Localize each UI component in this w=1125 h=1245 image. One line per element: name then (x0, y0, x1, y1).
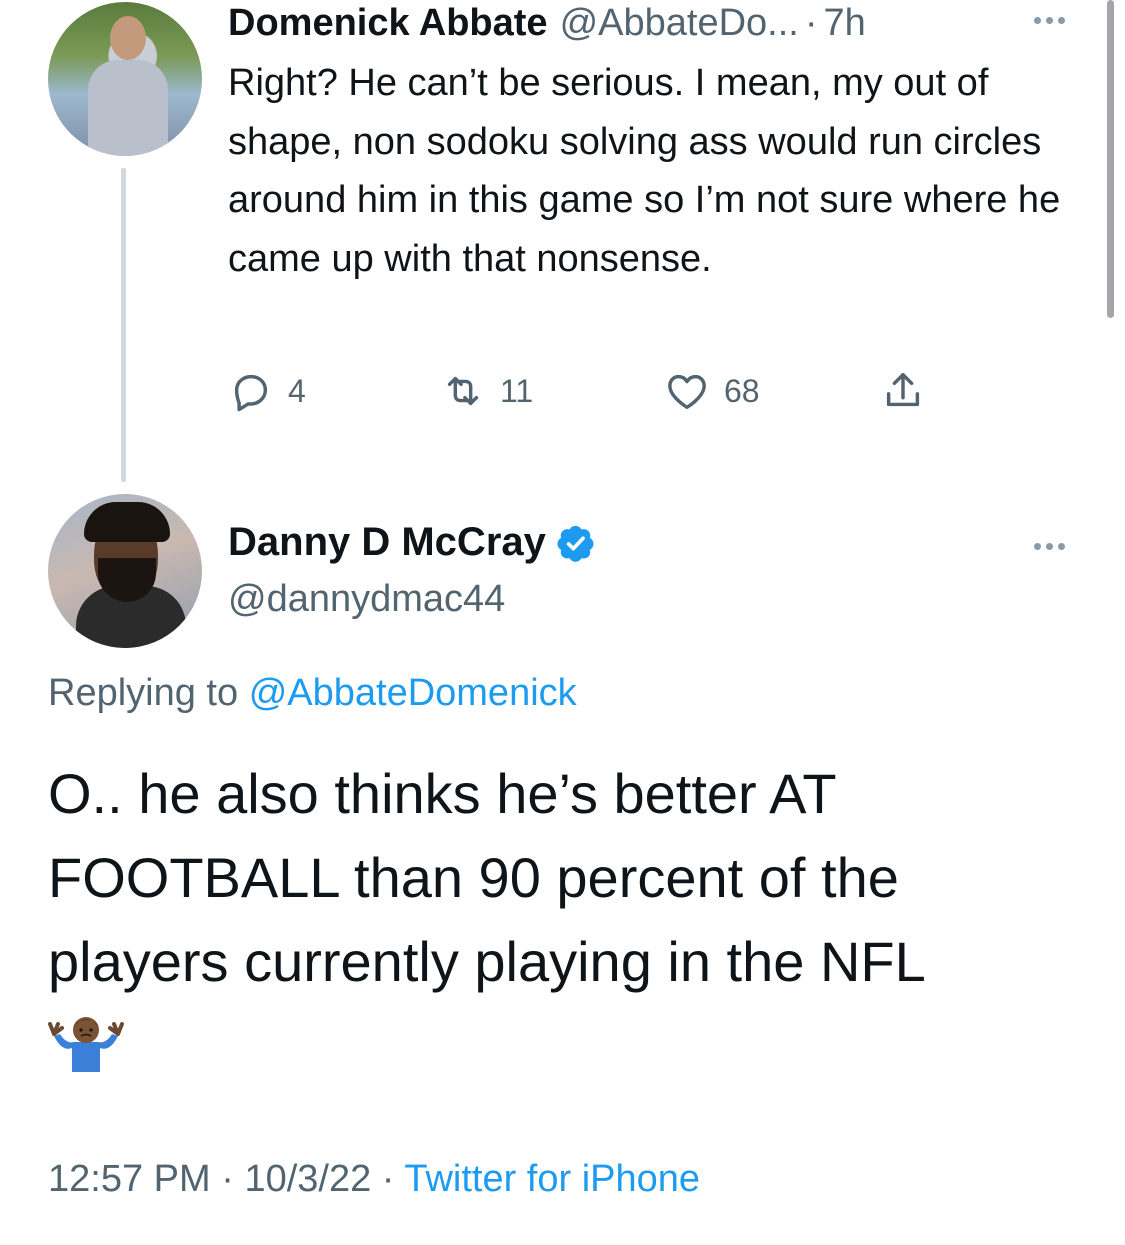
reply-button[interactable]: 4 (228, 366, 306, 416)
scrollbar[interactable] (1107, 0, 1114, 318)
reply-icon (234, 374, 268, 412)
tweet1-author-handle[interactable]: @AbbateDo... (560, 2, 799, 45)
tweet1-action-bar: 4 11 68 (228, 366, 948, 416)
share-button[interactable] (880, 366, 926, 416)
replying-to-mention[interactable]: @AbbateDomenick (249, 672, 577, 714)
separator-dot: · (804, 2, 818, 44)
like-icon (668, 374, 706, 410)
verified-icon (557, 525, 594, 562)
more-icon[interactable] (1026, 536, 1072, 556)
retweet-button[interactable]: 11 (440, 366, 533, 416)
more-icon[interactable] (1026, 10, 1072, 30)
thread-connector-line (121, 168, 126, 482)
retweet-count: 11 (500, 372, 534, 409)
retweet-icon (447, 376, 479, 406)
tweet1-text: Right? He can’t be serious. I mean, my o… (228, 62, 1071, 280)
tweet2-author-handle[interactable]: @dannydmac44 (228, 578, 505, 621)
tweet2-text: O.. he also thinks he’s better AT FOOTBA… (48, 762, 926, 993)
replying-to-label: Replying to (48, 672, 239, 714)
tweet2-time: 12:57 PM (48, 1158, 211, 1200)
separator-dot: · (221, 1158, 234, 1200)
tweet2-meta: 12:57 PM · 10/3/22 · Twitter for iPhone (48, 1158, 700, 1201)
like-count: 68 (724, 372, 760, 409)
reply-count: 4 (288, 372, 306, 409)
like-button[interactable]: 68 (664, 366, 760, 416)
tweet1-header: Domenick Abbate @AbbateDo... · 7h (228, 2, 866, 44)
avatar-domenick-abbate[interactable] (48, 2, 202, 156)
person-shrugging-emoji-icon (48, 1017, 124, 1072)
tweet2-author-row: Danny D McCray (228, 520, 596, 565)
tweet2-date: 10/3/22 (244, 1158, 372, 1200)
tweet1-timestamp[interactable]: 7h (823, 2, 865, 45)
avatar-danny-d-mccray[interactable] (48, 494, 202, 648)
replying-to: Replying to @AbbateDomenick (48, 672, 577, 715)
tweet1-author-name[interactable]: Domenick Abbate (228, 2, 548, 45)
separator-dot: · (381, 1158, 395, 1200)
tweet2-author-name[interactable]: Danny D McCray (228, 520, 546, 565)
share-icon (886, 372, 920, 407)
tweet2-source-link[interactable]: Twitter for iPhone (404, 1158, 700, 1200)
